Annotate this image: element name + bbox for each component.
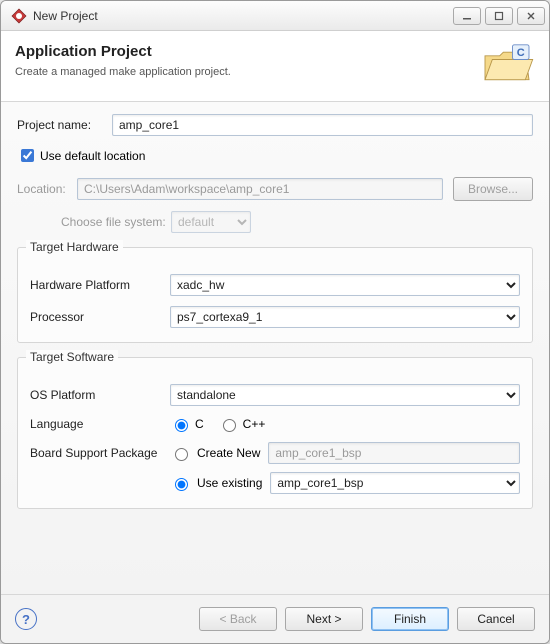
next-button[interactable]: Next > xyxy=(285,607,363,631)
location-input xyxy=(77,178,443,200)
use-default-location-checkbox[interactable] xyxy=(21,149,34,162)
close-button[interactable] xyxy=(517,7,545,25)
language-cpp-option[interactable]: C++ xyxy=(218,416,266,432)
bsp-create-new-radio[interactable] xyxy=(175,448,188,461)
target-hardware-legend: Target Hardware xyxy=(26,240,123,254)
file-system-label: Choose file system: xyxy=(61,215,171,229)
processor-label: Processor xyxy=(30,310,170,324)
page-subtitle: Create a managed make application projec… xyxy=(15,66,471,78)
location-label: Location: xyxy=(17,182,77,196)
language-c-radio[interactable] xyxy=(175,419,188,432)
language-label: Language xyxy=(30,417,170,431)
new-project-dialog: New Project Application Project Create a… xyxy=(0,0,550,644)
project-name-input[interactable] xyxy=(112,114,533,136)
bsp-label: Board Support Package xyxy=(30,446,170,460)
processor-select[interactable]: ps7_cortexa9_1 xyxy=(170,306,520,328)
wizard-footer: ? < Back Next > Finish Cancel xyxy=(1,594,549,643)
browse-button: Browse... xyxy=(453,177,533,201)
app-icon xyxy=(11,8,27,24)
svg-text:C: C xyxy=(517,47,525,59)
window-title: New Project xyxy=(33,9,449,23)
finish-button[interactable]: Finish xyxy=(371,607,449,631)
titlebar: New Project xyxy=(1,1,549,31)
wizard-body: Project name: Use default location Locat… xyxy=(1,102,549,594)
help-button[interactable]: ? xyxy=(15,608,37,630)
project-name-label: Project name: xyxy=(17,118,112,132)
minimize-icon xyxy=(462,11,472,21)
use-default-location-label: Use default location xyxy=(40,149,145,163)
target-hardware-group: Target Hardware Hardware Platform xadc_h… xyxy=(17,247,533,343)
bsp-create-new-input xyxy=(268,442,520,464)
language-c-option[interactable]: C xyxy=(170,416,204,432)
file-system-select: default xyxy=(171,211,251,233)
close-icon xyxy=(526,11,536,21)
help-icon: ? xyxy=(22,612,30,627)
target-software-group: Target Software OS Platform standalone L… xyxy=(17,357,533,509)
bsp-use-existing-radio[interactable] xyxy=(175,478,188,491)
hardware-platform-select[interactable]: xadc_hw xyxy=(170,274,520,296)
maximize-button[interactable] xyxy=(485,7,513,25)
folder-c-icon: C xyxy=(479,43,535,87)
bsp-create-new-option[interactable]: Create New xyxy=(170,445,260,461)
bsp-use-existing-option[interactable]: Use existing xyxy=(170,475,262,491)
bsp-use-existing-select[interactable]: amp_core1_bsp xyxy=(270,472,520,494)
target-software-legend: Target Software xyxy=(26,350,118,364)
cancel-button[interactable]: Cancel xyxy=(457,607,535,631)
maximize-icon xyxy=(494,11,504,21)
back-button: < Back xyxy=(199,607,277,631)
os-platform-label: OS Platform xyxy=(30,388,170,402)
minimize-button[interactable] xyxy=(453,7,481,25)
wizard-header: Application Project Create a managed mak… xyxy=(1,31,549,102)
language-cpp-radio[interactable] xyxy=(223,419,236,432)
hardware-platform-label: Hardware Platform xyxy=(30,278,170,292)
os-platform-select[interactable]: standalone xyxy=(170,384,520,406)
page-title: Application Project xyxy=(15,43,471,60)
